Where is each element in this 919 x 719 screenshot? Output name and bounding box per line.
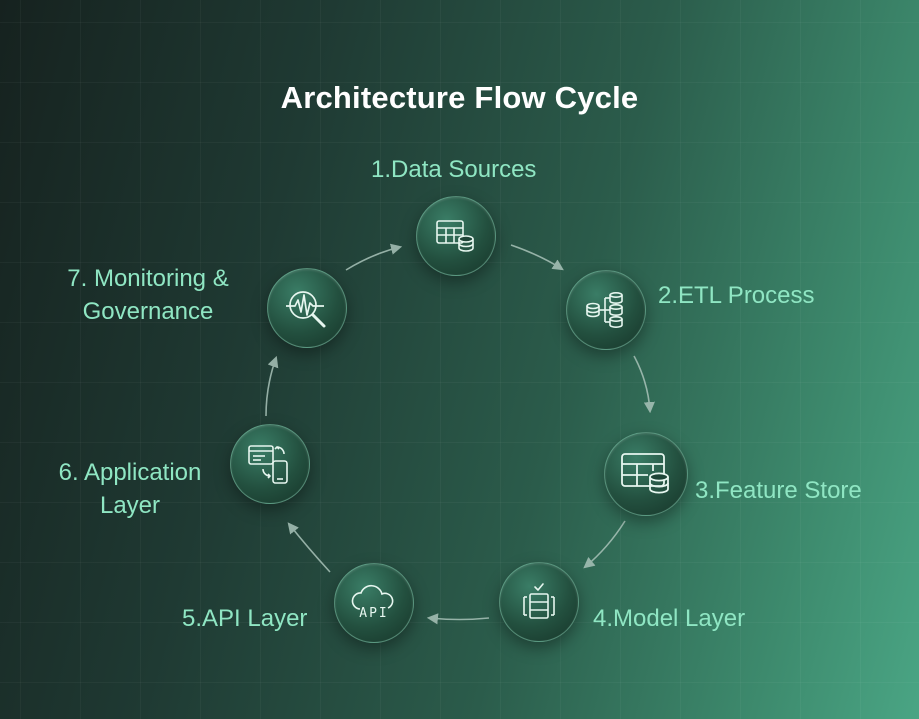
app-sync-icon (247, 443, 293, 485)
label-api-layer: 5.API Layer (182, 605, 308, 632)
node-data-sources (416, 196, 496, 276)
arrow-7-to-1 (345, 243, 403, 271)
node-api-layer: API (334, 563, 414, 643)
cycle-connectors (265, 243, 655, 625)
node-feature-store (604, 432, 688, 516)
monitoring-search-icon (284, 287, 330, 329)
label-monitoring-governance-line1: 7. Monitoring & (67, 265, 229, 292)
svg-text:API: API (359, 606, 388, 621)
label-application-layer-line2: Layer (99, 492, 161, 519)
arrow-4-to-5 (426, 613, 490, 625)
label-application-layer-line1: 6. Application (58, 459, 202, 486)
label-model-layer: 4.Model Layer (593, 605, 746, 632)
arrow-3-to-4 (583, 520, 626, 569)
arrow-5-to-6 (287, 522, 331, 573)
label-application-layer: 6. Application Layer (40, 456, 220, 522)
feature-table-database-icon (620, 451, 672, 497)
label-data-sources: 1.Data Sources (371, 156, 537, 183)
label-etl-process: 2.ETL Process (658, 282, 815, 309)
node-model-layer (499, 562, 579, 642)
node-etl-process (566, 270, 646, 350)
cloud-api-icon: API (350, 583, 398, 623)
label-monitoring-governance-line2: Governance (82, 298, 214, 325)
node-application-layer (230, 424, 310, 504)
node-monitoring-governance (267, 268, 347, 348)
etl-pipeline-icon (585, 291, 627, 329)
label-monitoring-governance: 7. Monitoring & Governance (44, 262, 252, 328)
table-database-icon (435, 218, 477, 254)
arrow-1-to-2 (510, 244, 564, 271)
model-stack-check-icon (518, 581, 560, 623)
arrow-2-to-3 (633, 355, 655, 414)
label-feature-store: 3.Feature Store (695, 477, 862, 504)
arrow-6-to-7 (265, 355, 279, 417)
